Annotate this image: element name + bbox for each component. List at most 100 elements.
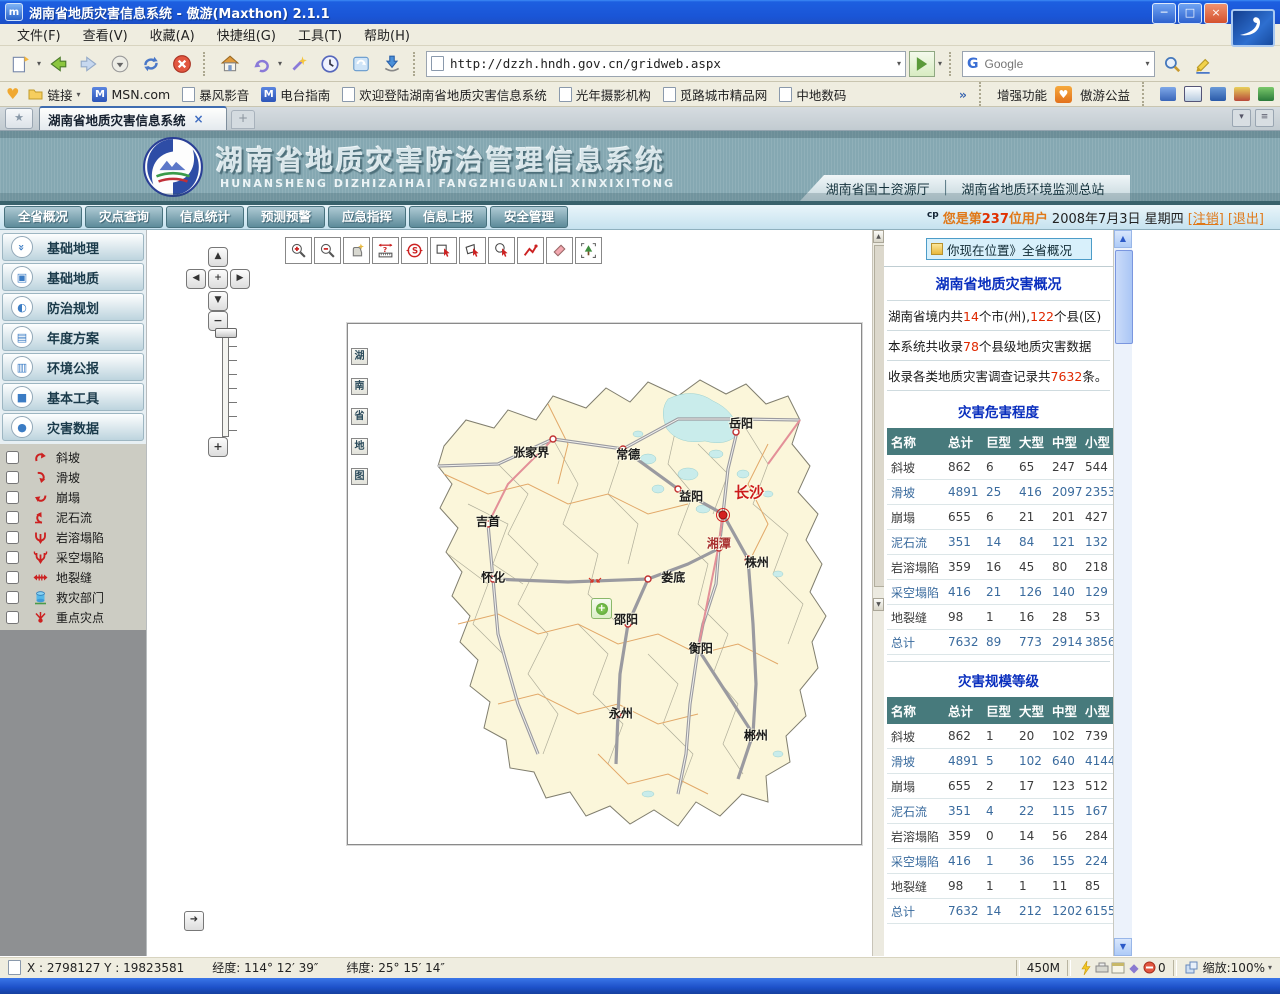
link-milu-city[interactable]: 觅路城市精品网 bbox=[660, 84, 771, 105]
link-zhongdi-digital[interactable]: 中地数码 bbox=[776, 84, 849, 105]
map-canvas[interactable]: 湖 南 省 地 图 张家界常德岳阳益阳长沙吉首湘潭株州怀化娄底邵阳衡阳永州郴州 … bbox=[347, 323, 862, 845]
tool-zoom-in[interactable] bbox=[285, 237, 312, 264]
nav-tab-emergency-command[interactable]: 应急指挥 bbox=[328, 206, 406, 228]
pan-up-button[interactable]: ▲ bbox=[208, 247, 228, 267]
search-engine-dropdown[interactable]: ▾ bbox=[1146, 59, 1150, 68]
page-scrollbar[interactable]: ▲ ▼ bbox=[1114, 230, 1132, 956]
layer-collapse-checkbox[interactable] bbox=[6, 491, 19, 504]
tabbar-menu-icon[interactable]: ≡ bbox=[1255, 109, 1274, 127]
menu-file[interactable]: 文件(F) bbox=[6, 23, 72, 46]
tool-eraser[interactable] bbox=[546, 237, 573, 264]
link-baofeng[interactable]: 暴风影音 bbox=[179, 84, 252, 105]
link-msn[interactable]: MMSN.com bbox=[89, 86, 173, 103]
address-dropdown[interactable]: ▾ bbox=[897, 59, 901, 68]
link-hunan-geohazard[interactable]: 欢迎登陆湖南省地质灾害信息系统 bbox=[339, 84, 550, 105]
zoom-dropdown-icon[interactable]: ▾ bbox=[1268, 963, 1272, 972]
links-folder[interactable]: 链接▾ bbox=[25, 84, 83, 105]
search-engine-icon[interactable]: G bbox=[967, 56, 979, 72]
tabs-refresh-button[interactable] bbox=[347, 50, 375, 78]
layer-mining-collapse-checkbox[interactable] bbox=[6, 551, 19, 564]
refresh-button[interactable] bbox=[137, 50, 165, 78]
menu-favorites[interactable]: 收藏(A) bbox=[139, 23, 206, 46]
forward-button[interactable] bbox=[75, 50, 103, 78]
nav-tab-province-overview[interactable]: 全省概况 bbox=[4, 206, 82, 228]
tool-zoom-out[interactable] bbox=[314, 237, 341, 264]
tool-select-rect[interactable] bbox=[430, 237, 457, 264]
layer-landslide-checkbox[interactable] bbox=[6, 471, 19, 484]
page-scroll-up-icon[interactable]: ▲ bbox=[1114, 230, 1132, 248]
maxthon-charity-label[interactable]: 傲游公益 bbox=[1080, 85, 1130, 104]
maximize-button[interactable]: □ bbox=[1178, 3, 1202, 24]
menu-tools[interactable]: 工具(T) bbox=[287, 23, 353, 46]
undo-button[interactable] bbox=[247, 50, 275, 78]
layer-ground-fissure-checkbox[interactable] bbox=[6, 571, 19, 584]
proxy-icon[interactable] bbox=[1094, 961, 1110, 975]
history-clock-button[interactable] bbox=[316, 50, 344, 78]
layer-karst-collapse-checkbox[interactable] bbox=[6, 531, 19, 544]
stop-button[interactable] bbox=[168, 50, 196, 78]
pan-left-button[interactable]: ◀ bbox=[186, 269, 206, 289]
sidebar-group-prevention-plan[interactable]: ◐防治规划 bbox=[2, 293, 144, 321]
ad-blocker-icon[interactable] bbox=[1142, 961, 1158, 975]
new-tab-button[interactable]: + bbox=[231, 110, 255, 129]
sidebar-group-basic-geography[interactable]: »基础地理 bbox=[2, 233, 144, 261]
search-icon[interactable] bbox=[1158, 50, 1186, 78]
nav-tab-forecast-warning[interactable]: 预测预警 bbox=[247, 206, 325, 228]
download-button[interactable] bbox=[378, 50, 406, 78]
tab-active[interactable]: 湖南省地质灾害信息系统 × bbox=[39, 106, 227, 130]
undo-dropdown[interactable]: ▾ bbox=[278, 59, 282, 68]
favorites-heart-icon[interactable]: ♥ bbox=[6, 85, 19, 103]
nav-tab-disaster-query[interactable]: 灾点查询 bbox=[85, 206, 163, 228]
layer-rescue-departments-checkbox[interactable] bbox=[6, 591, 19, 604]
window-plugin-icon[interactable] bbox=[1184, 86, 1202, 102]
tool-scale[interactable]: S bbox=[401, 237, 428, 264]
nav-tab-info-report[interactable]: 信息上报 bbox=[409, 206, 487, 228]
page-scrollbar-thumb[interactable] bbox=[1115, 250, 1133, 344]
zoom-in-step-button[interactable]: + bbox=[208, 437, 228, 457]
page-scroll-down-icon[interactable]: ▼ bbox=[1114, 938, 1132, 956]
pan-center-button[interactable]: + bbox=[208, 269, 228, 289]
link-land-resources-dept[interactable]: 湖南省国土资源厅 bbox=[826, 179, 930, 198]
pan-down-button[interactable]: ▼ bbox=[208, 291, 228, 311]
menu-quick-group[interactable]: 快捷组(G) bbox=[206, 23, 287, 46]
plugin-diamond-icon[interactable]: ◆ bbox=[1126, 961, 1142, 975]
nav-tab-security-admin[interactable]: 安全管理 bbox=[490, 206, 568, 228]
exit-link[interactable]: [退出] bbox=[1228, 208, 1264, 227]
go-button[interactable] bbox=[909, 51, 935, 77]
link-guangnian-photo[interactable]: 光年摄影机构 bbox=[556, 84, 654, 105]
new-window-icon[interactable] bbox=[1110, 961, 1126, 975]
tool-select-circle[interactable] bbox=[488, 237, 515, 264]
tool-redline[interactable] bbox=[517, 237, 544, 264]
tool-measure-distance[interactable]: ? bbox=[372, 237, 399, 264]
magic-fill-button[interactable] bbox=[285, 50, 313, 78]
tool-pan[interactable] bbox=[343, 237, 370, 264]
map-locate-button[interactable]: + bbox=[591, 598, 612, 619]
pen-plugin-icon[interactable] bbox=[1234, 87, 1250, 101]
link-radio-guide[interactable]: M电台指南 bbox=[258, 84, 333, 105]
new-page-dropdown[interactable]: ▾ bbox=[37, 59, 41, 68]
favorites-star-button[interactable]: ★ bbox=[5, 108, 33, 129]
history-dropdown-button[interactable] bbox=[106, 50, 134, 78]
layer-slope-checkbox[interactable] bbox=[6, 451, 19, 464]
tab-close-icon[interactable]: × bbox=[194, 112, 204, 126]
back-button[interactable] bbox=[44, 50, 72, 78]
sidebar-group-basic-tools[interactable]: ■基本工具 bbox=[2, 383, 144, 411]
nav-tab-statistics[interactable]: 信息统计 bbox=[166, 206, 244, 228]
new-page-button[interactable] bbox=[6, 50, 34, 78]
home-button[interactable] bbox=[216, 50, 244, 78]
pan-right-button[interactable]: ▶ bbox=[230, 269, 250, 289]
tab-list-chevron-icon[interactable]: ▾ bbox=[1232, 109, 1251, 127]
logout-link[interactable]: [注销] bbox=[1188, 208, 1224, 227]
menu-help[interactable]: 帮助(H) bbox=[353, 23, 421, 46]
notes-plugin-icon[interactable] bbox=[1210, 87, 1226, 101]
sidebar-group-environment-bulletin[interactable]: ▥环境公报 bbox=[2, 353, 144, 381]
address-input[interactable] bbox=[448, 55, 893, 72]
boost-icon[interactable] bbox=[1078, 961, 1094, 975]
highlight-icon[interactable] bbox=[1189, 50, 1217, 78]
zoom-control[interactable]: 缩放:100% ▾ bbox=[1184, 959, 1272, 976]
sidebar-group-annual-plan[interactable]: ▤年度方案 bbox=[2, 323, 144, 351]
links-overflow-button[interactable]: » bbox=[959, 87, 967, 102]
tool-full-extent[interactable] bbox=[575, 237, 602, 264]
game-plugin-icon[interactable] bbox=[1258, 87, 1274, 101]
minimize-button[interactable]: ─ bbox=[1152, 3, 1176, 24]
